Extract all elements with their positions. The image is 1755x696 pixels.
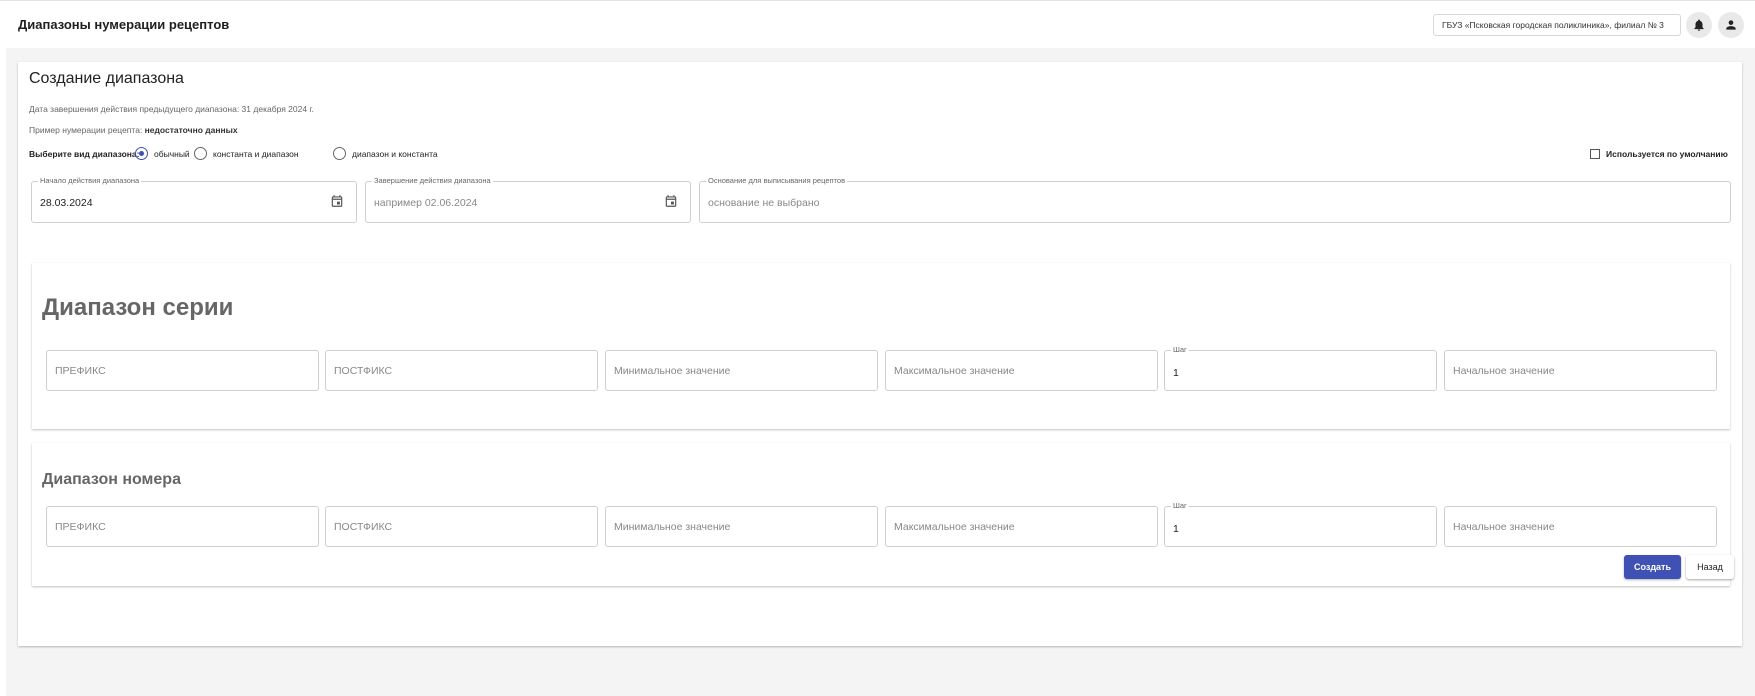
calendar-icon[interactable] [330, 194, 344, 208]
number-min-placeholder: Минимальное значение [614, 521, 731, 533]
calendar-icon[interactable] [664, 194, 678, 208]
basis-placeholder: основание не выбрано [708, 197, 820, 209]
series-step-value: 1 [1173, 367, 1179, 379]
checkbox-icon [1590, 149, 1600, 159]
series-step-input[interactable]: Шаг 1 [1164, 345, 1437, 391]
number-max-input[interactable]: Максимальное значение [885, 506, 1158, 547]
number-postfix-input[interactable]: ПОСТФИКС [325, 506, 598, 547]
series-prefix-input[interactable]: ПРЕФИКС [46, 350, 319, 391]
number-step-label: Шаг [1171, 501, 1189, 510]
start-date-label: Начало действия диапазона [38, 176, 142, 185]
number-range-section: Диапазон номера ПРЕФИКС ПОСТФИКС Минимал… [32, 443, 1730, 586]
number-initial-input[interactable]: Начальное значение [1444, 506, 1717, 547]
series-range-section: Диапазон серии ПРЕФИКС ПОСТФИКС Минималь… [32, 263, 1730, 429]
prev-range-end-info: Дата завершения действия предыдущего диа… [29, 104, 314, 114]
user-menu-button[interactable] [1718, 12, 1744, 38]
card-title: Создание диапазона [29, 70, 184, 87]
number-step-value: 1 [1173, 523, 1179, 535]
series-prefix-placeholder: ПРЕФИКС [55, 365, 106, 377]
basis-field[interactable]: Основание для выписывания рецептов основ… [699, 176, 1731, 223]
number-step-input[interactable]: Шаг 1 [1164, 501, 1437, 547]
top-bar: Диапазоны нумерации рецептов ГБУЗ «Псков… [0, 0, 1755, 47]
series-min-placeholder: Минимальное значение [614, 365, 731, 377]
create-button[interactable]: Создать [1624, 555, 1681, 579]
radio-unselected-icon [333, 147, 346, 160]
series-range-title: Диапазон серии [42, 294, 234, 321]
default-checkbox[interactable]: Используется по умолчанию [1590, 149, 1728, 159]
radio-range-and-constant[interactable]: диапазон и константа [333, 147, 438, 160]
end-date-label: Завершение действия диапазона [372, 176, 493, 185]
series-min-input[interactable]: Минимальное значение [605, 350, 878, 391]
back-button[interactable]: Назад [1686, 555, 1734, 579]
basis-label: Основание для выписывания рецептов [706, 176, 848, 185]
numbering-example-info: Пример нумерации рецепта: недостаточно д… [29, 125, 238, 135]
end-date-field[interactable]: Завершение действия диапазона например 0… [365, 176, 691, 223]
radio-label: диапазон и константа [352, 148, 438, 159]
radio-ordinary[interactable]: обычный [135, 147, 190, 160]
example-value: недостаточно данных [144, 125, 238, 135]
page-title: Диапазоны нумерации рецептов [18, 17, 230, 32]
radio-unselected-icon [194, 147, 207, 160]
default-checkbox-label: Используется по умолчанию [1606, 149, 1728, 159]
range-type-label: Выберите вид диапазона: [29, 149, 140, 159]
number-prefix-placeholder: ПРЕФИКС [55, 521, 106, 533]
organization-selector[interactable]: ГБУЗ «Псковская городская поликлиника», … [1433, 14, 1681, 36]
series-initial-input[interactable]: Начальное значение [1444, 350, 1717, 391]
bell-icon [1694, 19, 1704, 31]
number-max-placeholder: Максимальное значение [894, 521, 1015, 533]
series-max-input[interactable]: Максимальное значение [885, 350, 1158, 391]
radio-selected-icon [135, 147, 148, 160]
notifications-button[interactable] [1686, 12, 1712, 38]
number-range-title: Диапазон номера [42, 471, 181, 488]
series-max-placeholder: Максимальное значение [894, 365, 1015, 377]
series-step-label: Шаг [1171, 345, 1189, 354]
number-min-input[interactable]: Минимальное значение [605, 506, 878, 547]
radio-label: константа и диапазон [213, 148, 299, 159]
radio-constant-and-range[interactable]: константа и диапазон [194, 147, 299, 160]
number-initial-placeholder: Начальное значение [1453, 521, 1555, 533]
user-icon [1726, 20, 1736, 30]
number-postfix-placeholder: ПОСТФИКС [334, 521, 393, 533]
start-date-value: 28.03.2024 [40, 197, 93, 209]
start-date-field[interactable]: Начало действия диапазона 28.03.2024 [31, 176, 357, 223]
series-postfix-placeholder: ПОСТФИКС [334, 365, 393, 377]
create-range-card: Создание диапазона Дата завершения дейст… [18, 62, 1742, 646]
series-initial-placeholder: Начальное значение [1453, 365, 1555, 377]
number-prefix-input[interactable]: ПРЕФИКС [46, 506, 319, 547]
radio-label: обычный [154, 148, 190, 159]
series-postfix-input[interactable]: ПОСТФИКС [325, 350, 598, 391]
example-label: Пример нумерации рецепта: [29, 125, 145, 135]
end-date-placeholder: например 02.06.2024 [374, 197, 478, 209]
